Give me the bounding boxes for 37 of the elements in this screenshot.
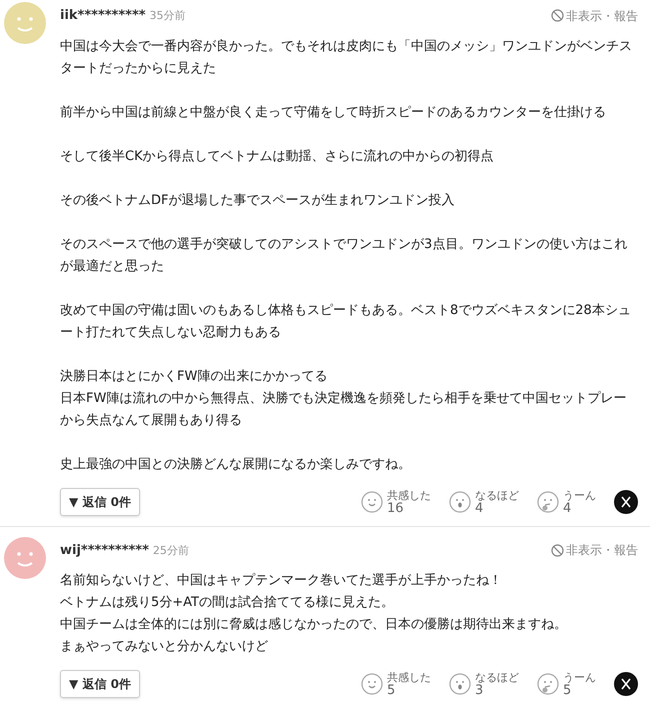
- comment-text: ベトナムは残り5分+ATの間は試合捨ててる様に見えた。: [60, 594, 395, 612]
- comment-text: 決勝日本はとにかくFW陣の出来にかかってる: [60, 368, 328, 386]
- username[interactable]: iik**********: [60, 6, 146, 26]
- thinking-face-icon: [537, 490, 559, 512]
- thinking-face-icon: [537, 673, 559, 695]
- reaction-button[interactable]: うーん 5: [537, 671, 596, 697]
- comment-text: 改めて中国の守備は固いのもあるし体格もスピードもある。ベスト8でウズベキスタンに28本シュート打たれて失点しない忍耐力もある: [60, 302, 632, 342]
- hide-report-link[interactable]: 非表示・報告: [551, 541, 638, 560]
- x-share-icon[interactable]: [614, 490, 638, 514]
- timestamp: 35分前: [150, 8, 186, 24]
- x-share-icon[interactable]: [614, 672, 638, 696]
- surprised-face-icon: [449, 673, 471, 695]
- surprised-face-icon: [449, 490, 471, 512]
- timestamp: 25分前: [152, 542, 189, 558]
- block-icon: [551, 9, 564, 22]
- comment-text: 中国チームは全体的には別に脅威は感じなかったので、日本の優勝は期待出来ますね。: [60, 616, 568, 634]
- comment-text: そして後半CKから得点してベトナムは動揺、さらに流れの中からの初得点: [60, 148, 495, 166]
- comment-text: 名前知らないけど、中国はキャプテンマーク巻いてた選手が上手かったね！: [60, 572, 503, 590]
- reply-button[interactable]: ▼ 返信 0件: [60, 488, 140, 516]
- smiley-icon: [361, 673, 383, 695]
- smiley-icon: [361, 490, 383, 512]
- reply-button[interactable]: ▼ 返信 0件: [60, 670, 140, 698]
- comment-text: まぁやってみないと分かんないけど: [60, 638, 269, 656]
- reaction-button[interactable]: なるほど 3: [449, 671, 519, 697]
- comment-text: 中国は今大会で一番内容が良かった。でもそれは皮肉にも「中国のメッシ」ワンユドンがベンチスタートだったからに見えた: [60, 38, 633, 78]
- reaction-button[interactable]: なるほど 4: [449, 488, 519, 514]
- reaction-button[interactable]: 共感した 5: [361, 671, 431, 697]
- comment-text: 日本FW陣は流れの中から無得点、決勝でも決定機逸を頻発したら相手を乗せて中国セットプレーから失点なんて展開もあり得る: [60, 390, 628, 430]
- comment-text: そのスペースで他の選手が突破してのアシストでワンユドンが3点目。ワンユドンの使い方はこれが最適だと思った: [60, 236, 628, 276]
- reaction-button[interactable]: 共感した 16: [361, 488, 431, 514]
- comment-text: 前半から中国は前線と中盤が良く走って守備をして時折スピードのあるカウンターを仕掛ける: [60, 104, 607, 122]
- block-icon: [551, 544, 564, 557]
- comment-text: その後ベトナムDFが退場した事でスペースが生まれワンユドン投入: [60, 192, 456, 210]
- username[interactable]: wij**********: [60, 540, 149, 560]
- comment-text: 史上最強の中国との決勝どんな展開になるか楽しみですね。: [60, 456, 412, 474]
- reaction-button[interactable]: うーん 4: [537, 488, 596, 514]
- hide-report-link[interactable]: 非表示・報告: [551, 6, 638, 25]
